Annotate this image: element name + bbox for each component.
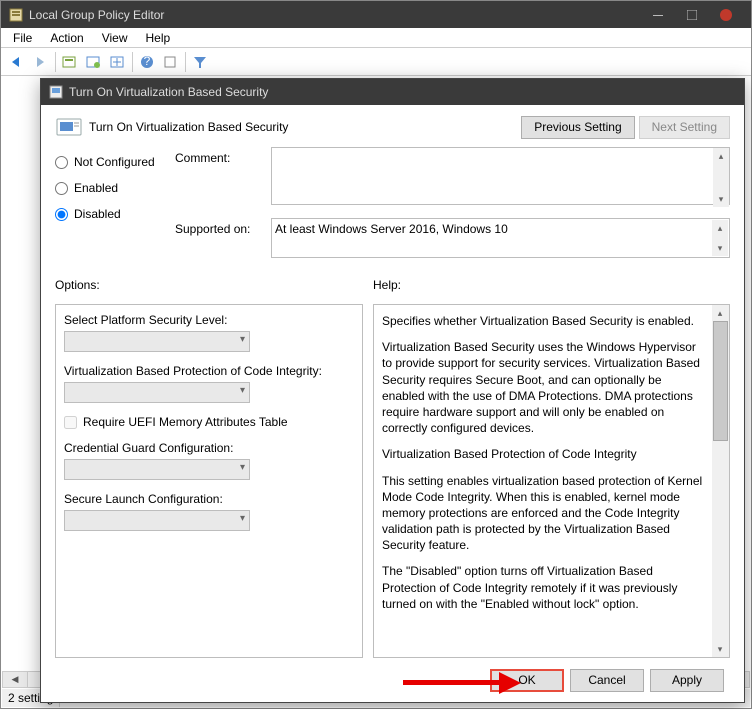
parent-title: Local Group Policy Editor <box>29 8 641 22</box>
scroll-up-icon[interactable]: ▴ <box>713 148 729 164</box>
comment-textarea[interactable] <box>271 147 730 205</box>
opt-securelaunch-label: Secure Launch Configuration: <box>64 492 354 506</box>
separator <box>185 52 186 72</box>
apply-button[interactable]: Apply <box>650 669 724 692</box>
radio-disabled[interactable]: Disabled <box>55 203 175 225</box>
filter-button[interactable] <box>188 50 212 74</box>
policy-header-icon <box>55 115 83 139</box>
dialog-heading: Turn On Virtualization Based Security <box>89 120 521 134</box>
radio-enabled[interactable]: Enabled <box>55 177 175 199</box>
toolbar-icon-1[interactable] <box>58 50 82 74</box>
toolbar-icon-3[interactable] <box>106 50 130 74</box>
toolbar: ? <box>1 48 751 76</box>
separator <box>132 52 133 72</box>
supported-text: At least Windows Server 2016, Windows 10 <box>275 222 508 236</box>
next-setting-button[interactable]: Next Setting <box>639 116 730 139</box>
scroll-down-icon[interactable]: ▾ <box>712 641 728 657</box>
previous-setting-button[interactable]: Previous Setting <box>521 116 634 139</box>
supported-box: At least Windows Server 2016, Windows 10… <box>271 218 730 258</box>
policy-dialog: Turn On Virtualization Based Security Tu… <box>40 78 745 703</box>
help-button[interactable]: ? <box>135 50 159 74</box>
comment-label: Comment: <box>175 147 271 165</box>
scroll-down-icon[interactable]: ▾ <box>713 191 729 207</box>
radio-not-configured[interactable]: Not Configured <box>55 151 175 173</box>
platform-level-combo[interactable] <box>64 331 250 352</box>
dialog-body: Turn On Virtualization Based Security Pr… <box>41 105 744 702</box>
close-button[interactable] <box>709 4 743 26</box>
cancel-button[interactable]: Cancel <box>570 669 644 692</box>
help-p2: Virtualization Based Security uses the W… <box>382 339 704 436</box>
help-p4: This setting enables virtualization base… <box>382 473 704 554</box>
opt-code-integrity-label: Virtualization Based Protection of Code … <box>64 364 354 378</box>
menu-view[interactable]: View <box>94 29 136 47</box>
radio-not-configured-input[interactable] <box>55 156 68 169</box>
credguard-combo[interactable] <box>64 459 250 480</box>
opt-platform-label: Select Platform Security Level: <box>64 313 354 327</box>
scroll-thumb[interactable] <box>713 321 728 441</box>
separator <box>55 52 56 72</box>
menu-action[interactable]: Action <box>42 29 91 47</box>
scroll-down-icon[interactable]: ▾ <box>712 240 728 256</box>
parent-titlebar[interactable]: Local Group Policy Editor <box>1 1 751 28</box>
svg-text:?: ? <box>144 55 151 68</box>
radio-enabled-label: Enabled <box>74 181 118 195</box>
uefi-check-label: Require UEFI Memory Attributes Table <box>83 415 288 429</box>
help-p1: Specifies whether Virtualization Based S… <box>382 313 704 329</box>
supported-scroll[interactable]: ▴ ▾ <box>712 220 728 256</box>
arrow-annotation <box>403 672 533 692</box>
help-panel: Specifies whether Virtualization Based S… <box>374 305 712 657</box>
toolbar-icon-2[interactable] <box>82 50 106 74</box>
menu-help[interactable]: Help <box>138 29 179 47</box>
back-button[interactable] <box>5 50 29 74</box>
help-label: Help: <box>373 274 730 296</box>
dialog-header: Turn On Virtualization Based Security Pr… <box>55 115 730 139</box>
options-panel: Select Platform Security Level: Virtuali… <box>55 304 363 658</box>
radio-disabled-label: Disabled <box>74 207 121 221</box>
dialog-titlebar[interactable]: Turn On Virtualization Based Security <box>41 79 744 105</box>
options-label: Options: <box>55 274 363 296</box>
comment-scroll[interactable]: ▴ ▾ <box>713 148 729 207</box>
opt-credguard-label: Credential Guard Configuration: <box>64 441 354 455</box>
help-p5: The "Disabled" option turns off Virtuali… <box>382 563 704 612</box>
comment-row: Comment: ▴ ▾ <box>175 147 730 208</box>
dialog-title: Turn On Virtualization Based Security <box>69 85 736 99</box>
dialog-footer: OK Cancel Apply <box>55 658 730 702</box>
help-p3: Virtualization Based Protection of Code … <box>382 446 704 462</box>
minimize-button[interactable] <box>641 4 675 26</box>
code-integrity-combo[interactable] <box>64 382 250 403</box>
securelaunch-combo[interactable] <box>64 510 250 531</box>
help-scrollbar[interactable]: ▴ ▾ <box>712 305 729 657</box>
maximize-button[interactable] <box>675 4 709 26</box>
menu-file[interactable]: File <box>5 29 40 47</box>
policy-icon <box>49 85 63 99</box>
state-radios: Not Configured Enabled Disabled <box>55 147 175 268</box>
scroll-left-button[interactable]: ◀ <box>2 671 28 688</box>
gpedit-icon <box>9 8 23 22</box>
state-row: Not Configured Enabled Disabled Comment: <box>55 147 730 268</box>
radio-not-configured-label: Not Configured <box>74 155 155 169</box>
radio-enabled-input[interactable] <box>55 182 68 195</box>
menubar: File Action View Help <box>1 28 751 48</box>
scroll-up-icon[interactable]: ▴ <box>712 220 728 236</box>
forward-button[interactable] <box>29 50 53 74</box>
toolbar-icon-4[interactable] <box>159 50 183 74</box>
mid-section: Options: Select Platform Security Level:… <box>55 274 730 658</box>
uefi-checkbox[interactable] <box>64 416 77 429</box>
radio-disabled-input[interactable] <box>55 208 68 221</box>
uefi-check-row[interactable]: Require UEFI Memory Attributes Table <box>64 415 354 429</box>
supported-label: Supported on: <box>175 218 271 236</box>
supported-row: Supported on: At least Windows Server 20… <box>175 218 730 258</box>
scroll-up-icon[interactable]: ▴ <box>712 305 728 321</box>
